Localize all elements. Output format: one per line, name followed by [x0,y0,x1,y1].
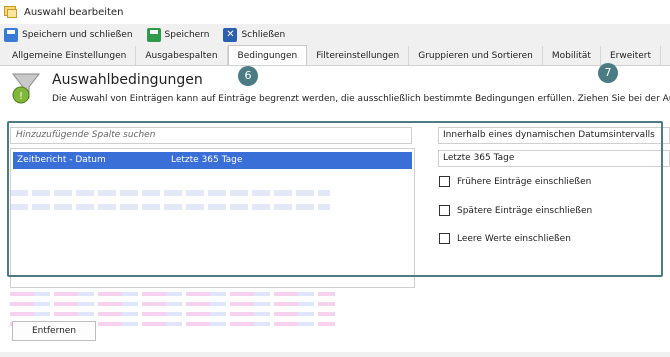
tab-output-columns[interactable]: Ausgabespalten [136,46,228,65]
checkbox-box[interactable] [439,233,450,244]
save-and-close-button[interactable]: Speichern und schließen [2,25,135,45]
ghost-artifact [10,190,330,220]
tab-conditions[interactable]: Bedingungen [227,45,308,65]
title-bar: Auswahl bearbeiten [0,0,670,24]
remove-button[interactable]: Entfernen [12,321,96,341]
checkbox-box[interactable] [439,205,450,216]
toolbar: Speichern und schließen Speichern ✕ Schl… [0,24,670,46]
include-empty-label: Leere Werte einschließen [457,233,571,244]
interval-value-select[interactable]: Letzte 365 Tage [438,150,670,167]
ghost-artifact-bottom [10,292,335,326]
include-earlier-checkbox[interactable]: Frühere Einträge einschließen [439,176,591,187]
section-title: Auswahlbedingungen [52,72,203,88]
condition-value: Letzte 365 Tage [171,155,243,165]
condition-row-selected[interactable]: Zeitbericht - Datum Letzte 365 Tage [13,152,412,169]
bottom-strip [0,352,670,357]
svg-text:!: ! [19,91,23,102]
save-button[interactable]: Speichern [145,25,212,45]
tab-bar: Allgemeine Einstellungen Ausgabespalten … [0,45,670,66]
save-and-close-label: Speichern und schließen [22,30,133,40]
include-later-label: Spätere Einträge einschließen [457,205,593,216]
app-icon [4,6,18,18]
save-close-icon [4,28,18,42]
close-button[interactable]: ✕ Schließen [221,25,287,45]
tab-advanced[interactable]: Erweitert [601,46,662,65]
section-heading: ! Auswahlbedingungen Die Auswahl von Ein… [8,68,670,112]
tab-filter-settings[interactable]: Filtereinstellungen [307,46,410,65]
tab-group-sort[interactable]: Gruppieren und Sortieren [409,46,543,65]
interval-type-select[interactable]: Innerhalb eines dynamischen Datumsinterv… [438,127,670,144]
include-later-checkbox[interactable]: Spätere Einträge einschließen [439,205,592,216]
close-icon: ✕ [223,28,238,42]
condition-column: Zeitbericht - Datum [17,155,106,165]
tab-mobility[interactable]: Mobilität [543,46,601,65]
include-empty-checkbox[interactable]: Leere Werte einschließen [439,233,571,244]
include-earlier-label: Frühere Einträge einschließen [457,176,592,187]
tab-general-settings[interactable]: Allgemeine Einstellungen [3,46,137,65]
close-label: Schließen [241,30,286,40]
save-label: Speichern [164,30,210,40]
column-search-input[interactable]: Hinzuzufügende Spalte suchen [10,127,412,144]
filter-funnel-icon: ! [11,73,41,104]
save-icon [146,28,161,42]
checkbox-box[interactable] [439,176,450,187]
section-description: Die Auswahl von Einträgen kann auf Eintr… [52,94,670,104]
window-title: Auswahl bearbeiten [24,6,124,18]
